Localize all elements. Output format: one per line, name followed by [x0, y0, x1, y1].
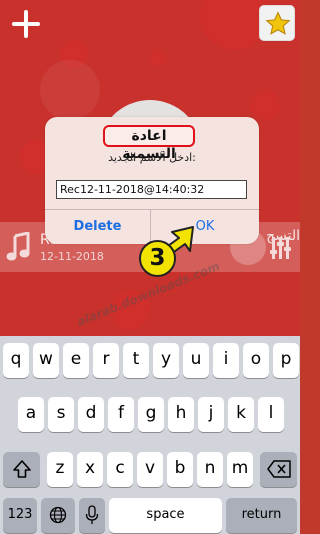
key-l[interactable]: l: [258, 397, 284, 432]
key-n[interactable]: n: [197, 452, 223, 487]
key-d[interactable]: d: [78, 397, 104, 432]
equalizer-icon[interactable]: [270, 236, 292, 260]
shift-icon: [12, 460, 31, 478]
keyboard: qwertyuiop asdfghjkl zxcvbnm 123 space r…: [0, 336, 300, 534]
favorites-button[interactable]: [259, 5, 295, 41]
backspace-icon: [266, 460, 291, 478]
key-b[interactable]: b: [167, 452, 193, 487]
recording-date: 12-11-2018: [40, 250, 104, 263]
key-y[interactable]: y: [153, 343, 179, 378]
shift-key[interactable]: [3, 452, 40, 487]
key-h[interactable]: h: [168, 397, 194, 432]
globe-key[interactable]: [41, 498, 75, 533]
microphone-icon: [85, 505, 99, 524]
key-z[interactable]: z: [47, 452, 73, 487]
numbers-key[interactable]: 123: [3, 498, 37, 533]
key-m[interactable]: m: [227, 452, 253, 487]
music-note-icon: [6, 232, 30, 261]
bokeh-decoration: [250, 90, 280, 120]
key-j[interactable]: j: [198, 397, 224, 432]
key-r[interactable]: r: [93, 343, 119, 378]
key-a[interactable]: a: [18, 397, 44, 432]
key-i[interactable]: i: [213, 343, 239, 378]
dialog-message: ادخل الاسم الجديد:: [108, 151, 196, 164]
space-key[interactable]: space: [109, 498, 222, 533]
key-t[interactable]: t: [123, 343, 149, 378]
dictation-key[interactable]: [79, 498, 105, 533]
key-f[interactable]: f: [108, 397, 134, 432]
key-s[interactable]: s: [48, 397, 74, 432]
star-icon: [265, 11, 291, 35]
step-number-badge: 3: [139, 240, 176, 277]
key-q[interactable]: q: [3, 343, 29, 378]
key-u[interactable]: u: [183, 343, 209, 378]
add-recording-button[interactable]: [9, 7, 43, 41]
key-x[interactable]: x: [77, 452, 103, 487]
key-c[interactable]: c: [107, 452, 133, 487]
key-e[interactable]: e: [63, 343, 89, 378]
key-v[interactable]: v: [137, 452, 163, 487]
backspace-key[interactable]: [260, 452, 297, 487]
bokeh-decoration: [40, 60, 100, 120]
key-o[interactable]: o: [243, 343, 269, 378]
dialog-title: اعادة التسمية: [103, 125, 195, 162]
delete-button[interactable]: Delete: [45, 210, 151, 244]
key-w[interactable]: w: [33, 343, 59, 378]
key-g[interactable]: g: [138, 397, 164, 432]
return-key[interactable]: return: [226, 498, 297, 533]
globe-icon: [49, 506, 67, 524]
rename-input[interactable]: Rec12-11-2018@14:40:32: [56, 180, 247, 199]
bokeh-decoration: [150, 50, 166, 66]
key-k[interactable]: k: [228, 397, 254, 432]
key-p[interactable]: p: [273, 343, 299, 378]
